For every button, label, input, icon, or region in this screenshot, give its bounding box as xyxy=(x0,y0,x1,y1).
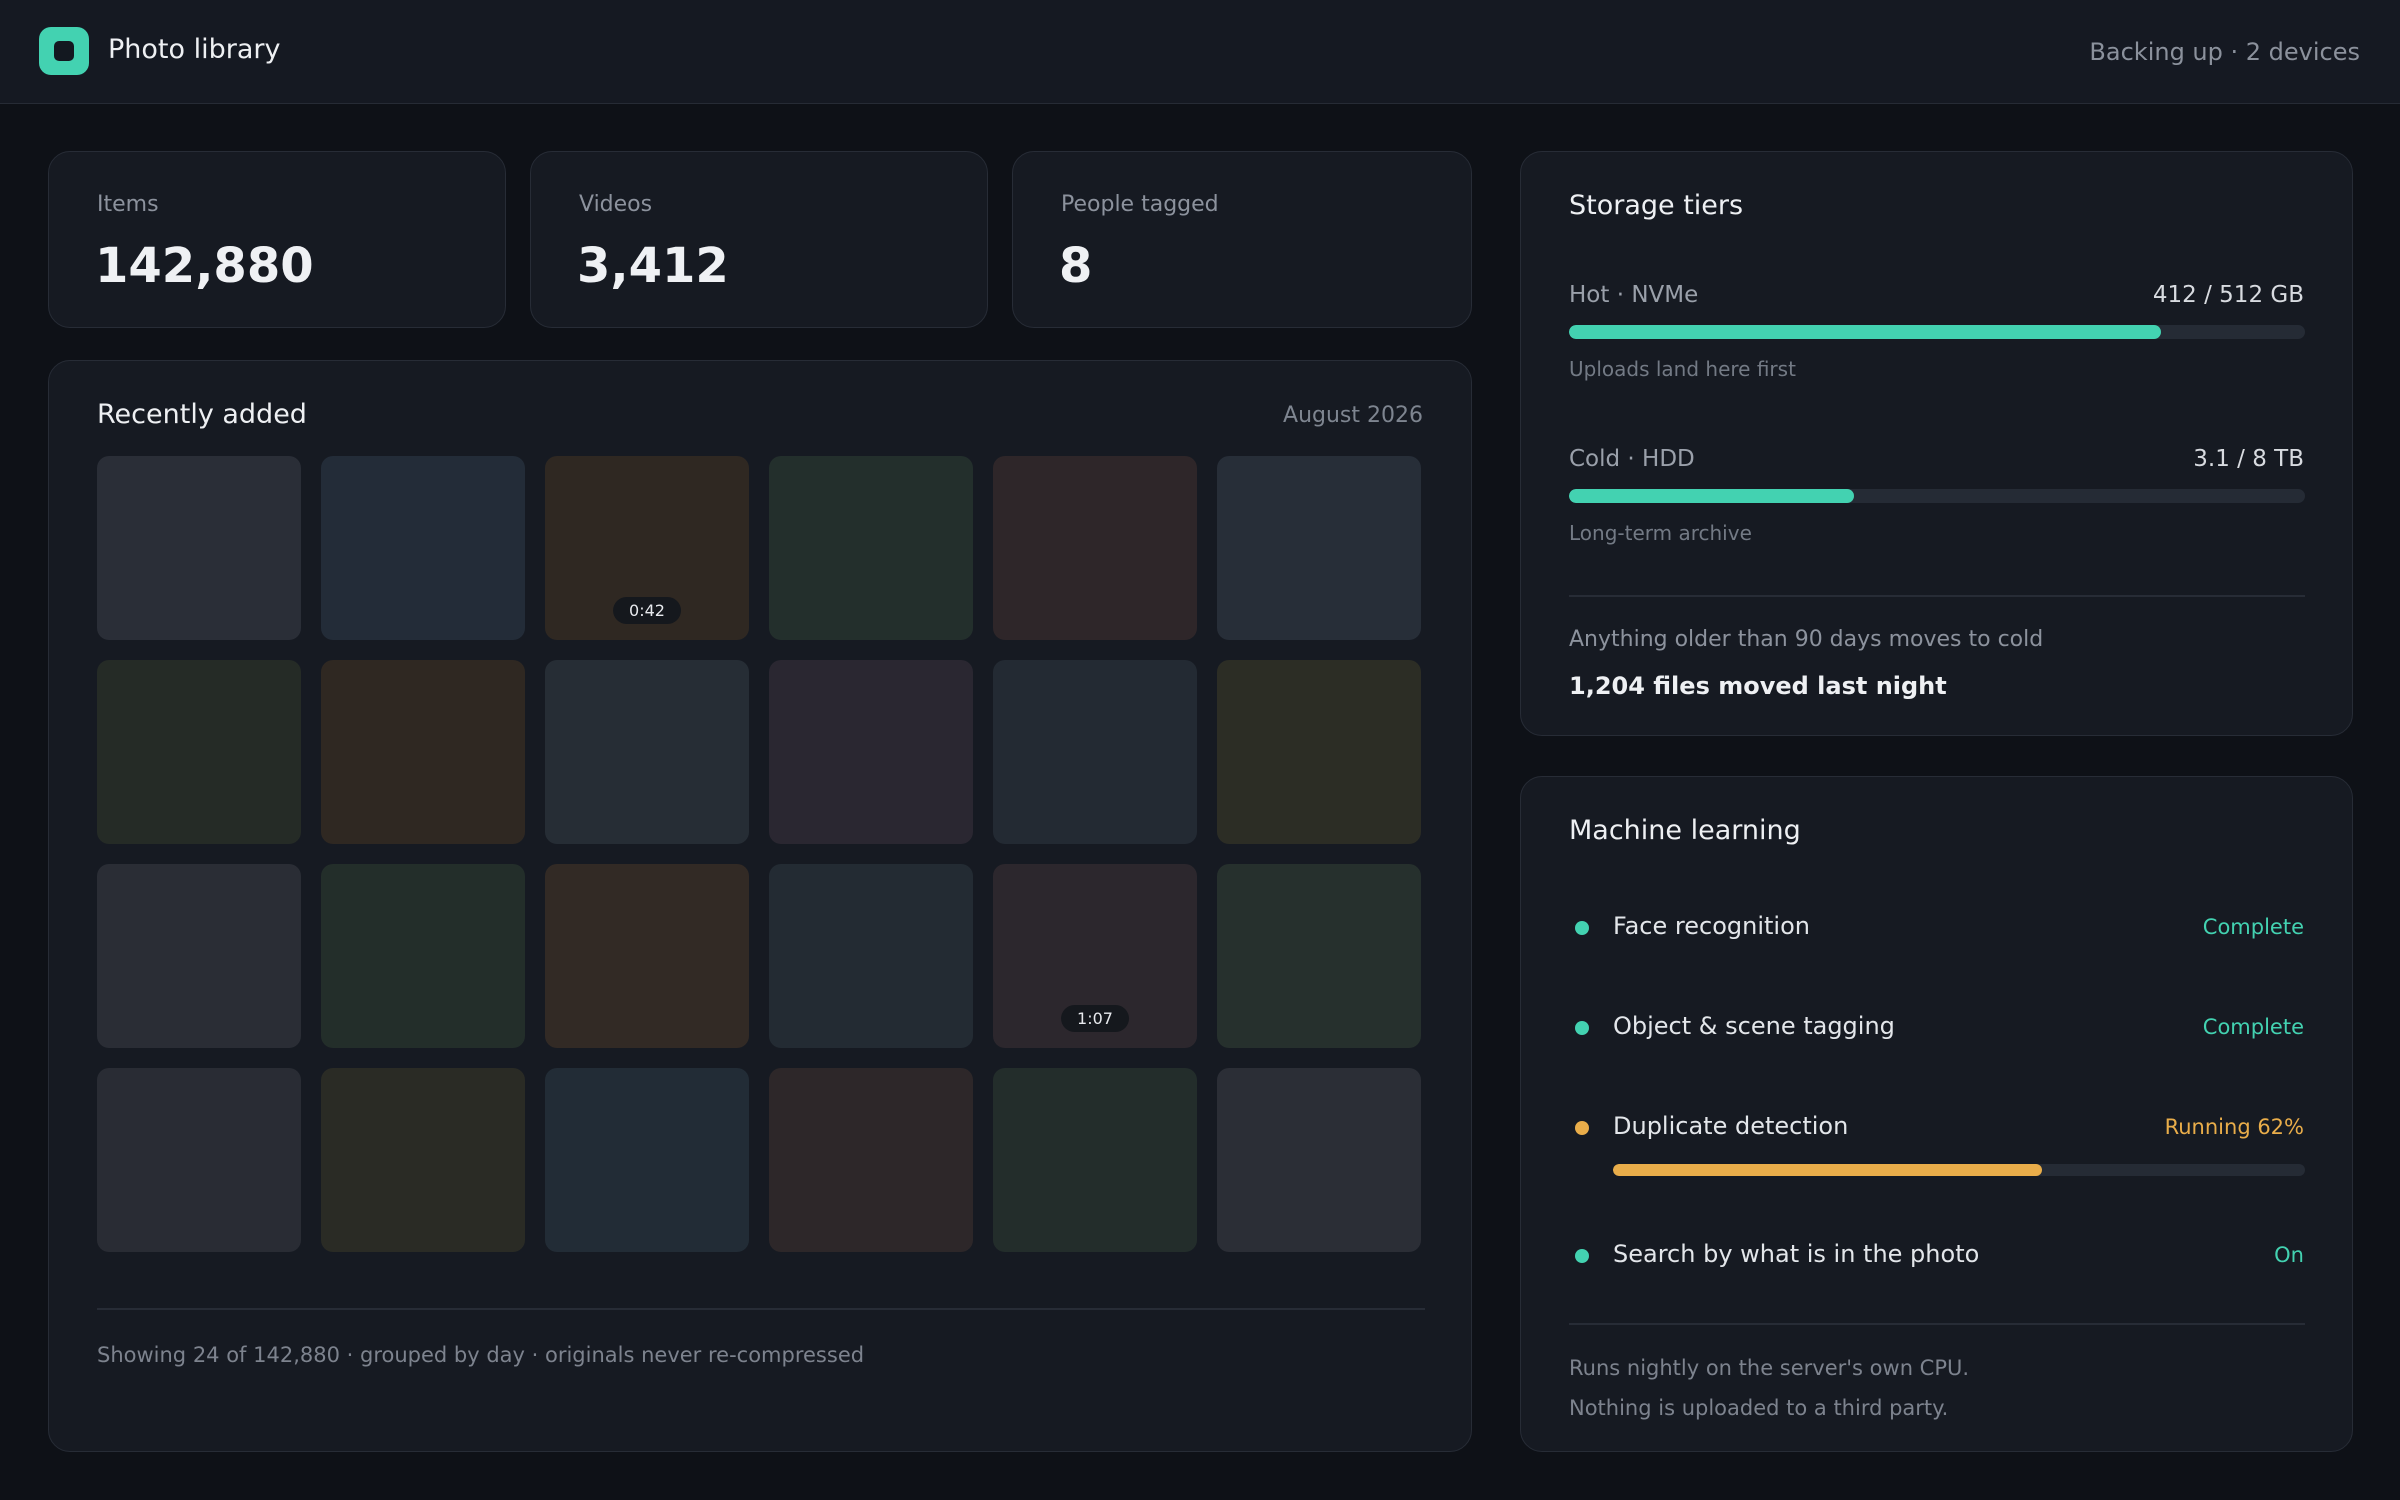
recently-added-divider xyxy=(97,1308,1425,1310)
photo-thumbnail[interactable] xyxy=(97,456,301,640)
stat-label-people: People tagged xyxy=(1061,192,1219,217)
machine-learning-panel: Machine learning Face recognition Comple… xyxy=(1520,776,2353,1452)
app-title: Photo library xyxy=(108,34,281,65)
photo-thumbnail[interactable] xyxy=(993,660,1197,844)
storage-policy: Anything older than 90 days moves to col… xyxy=(1569,627,2044,652)
photo-thumbnail[interactable] xyxy=(97,1068,301,1252)
status-dot-icon xyxy=(1575,921,1589,935)
photo-thumbnail[interactable] xyxy=(321,1068,525,1252)
ml-title: Machine learning xyxy=(1569,815,1801,846)
photo-thumbnail[interactable] xyxy=(97,864,301,1048)
storage-title: Storage tiers xyxy=(1569,190,1744,221)
recently-added-title: Recently added xyxy=(97,399,307,430)
photo-thumbnail[interactable] xyxy=(1217,660,1421,844)
status-dot-icon xyxy=(1575,1121,1589,1135)
photo-thumbnail[interactable] xyxy=(769,660,973,844)
photo-thumbnail[interactable] xyxy=(545,660,749,844)
stat-value-people: 8 xyxy=(1059,238,1093,294)
ml-divider xyxy=(1569,1323,2305,1325)
tier-hot-description: Uploads land here first xyxy=(1569,357,1796,381)
photo-thumbnail[interactable] xyxy=(545,864,749,1048)
ml-note-privacy: Nothing is uploaded to a third party. xyxy=(1569,1396,1949,1420)
photo-thumbnail[interactable] xyxy=(321,864,525,1048)
photo-thumbnail[interactable] xyxy=(321,456,525,640)
tier-hot-bar-fill xyxy=(1569,325,2161,339)
ml-status-duplicate-detection: Running 62% xyxy=(2164,1115,2304,1139)
video-thumbnail[interactable]: 0:42 xyxy=(545,456,749,640)
tier-hot-name: Hot · NVMe xyxy=(1569,282,1699,308)
ml-status-visual-search[interactable]: On xyxy=(2274,1243,2304,1267)
duplicate-detection-progress xyxy=(1613,1164,2305,1176)
status-dot-icon xyxy=(1575,1249,1589,1263)
stat-label-videos: Videos xyxy=(579,192,653,217)
storage-divider xyxy=(1569,595,2305,597)
storage-moved: 1,204 files moved last night xyxy=(1569,672,1947,700)
photo-thumbnail[interactable] xyxy=(993,1068,1197,1252)
tier-cold-bar-fill xyxy=(1569,489,1855,503)
ml-task-face-recognition: Face recognition xyxy=(1613,912,1810,940)
tier-hot-amount: 412 / 512 GB xyxy=(2152,282,2304,308)
photo-thumbnail[interactable] xyxy=(545,1068,749,1252)
ml-note-cpu: Runs nightly on the server's own CPU. xyxy=(1569,1356,1970,1380)
stat-card-people: People tagged 8 xyxy=(1012,151,1472,328)
photo-thumbnail[interactable] xyxy=(769,864,973,1048)
tier-cold-bar xyxy=(1569,489,2305,503)
video-thumbnail[interactable]: 1:07 xyxy=(993,864,1197,1048)
duplicate-detection-progress-fill xyxy=(1613,1164,2043,1176)
photo-thumbnail[interactable] xyxy=(1217,456,1421,640)
logo-inner-shape xyxy=(54,41,74,61)
top-bar: Photo library Backing up · 2 devices xyxy=(0,0,2400,104)
ml-status-object-tagging: Complete xyxy=(2202,1015,2304,1039)
video-duration-badge: 1:07 xyxy=(1061,1005,1129,1032)
backup-status: Backing up · 2 devices xyxy=(2089,38,2360,66)
ml-task-object-tagging: Object & scene tagging xyxy=(1613,1012,1895,1040)
tier-cold-description: Long-term archive xyxy=(1569,521,1752,545)
storage-tiers-panel: Storage tiers Hot · NVMe 412 / 512 GB Up… xyxy=(1520,151,2353,736)
photo-thumbnail[interactable] xyxy=(769,1068,973,1252)
photo-thumbnail[interactable] xyxy=(993,456,1197,640)
photo-thumbnail[interactable] xyxy=(97,660,301,844)
tier-cold-amount: 3.1 / 8 TB xyxy=(2193,446,2304,472)
video-duration-badge: 0:42 xyxy=(613,597,681,624)
recently-added-footer: Showing 24 of 142,880 · grouped by day ·… xyxy=(97,1343,865,1367)
photo-thumbnail[interactable] xyxy=(1217,1068,1421,1252)
status-dot-icon xyxy=(1575,1021,1589,1035)
stat-value-items: 142,880 xyxy=(95,238,314,294)
ml-status-face-recognition: Complete xyxy=(2202,915,2304,939)
ml-task-duplicate-detection: Duplicate detection xyxy=(1613,1112,1849,1140)
tier-hot-bar xyxy=(1569,325,2305,339)
stat-label-items: Items xyxy=(97,192,159,217)
stat-value-videos: 3,412 xyxy=(577,238,729,294)
stat-card-videos: Videos 3,412 xyxy=(530,151,988,328)
tier-cold-name: Cold · HDD xyxy=(1569,446,1695,472)
app-logo-icon[interactable] xyxy=(39,27,89,75)
photo-thumbnail[interactable] xyxy=(769,456,973,640)
photo-thumbnail[interactable] xyxy=(321,660,525,844)
ml-task-visual-search: Search by what is in the photo xyxy=(1613,1240,1980,1268)
recently-added-period: August 2026 xyxy=(1283,403,1423,428)
stat-card-items: Items 142,880 xyxy=(48,151,506,328)
photo-grid: 0:42 1:07 xyxy=(97,456,1421,1252)
recently-added-panel: Recently added August 2026 0:42 1:07 Show… xyxy=(48,360,1472,1452)
photo-thumbnail[interactable] xyxy=(1217,864,1421,1048)
